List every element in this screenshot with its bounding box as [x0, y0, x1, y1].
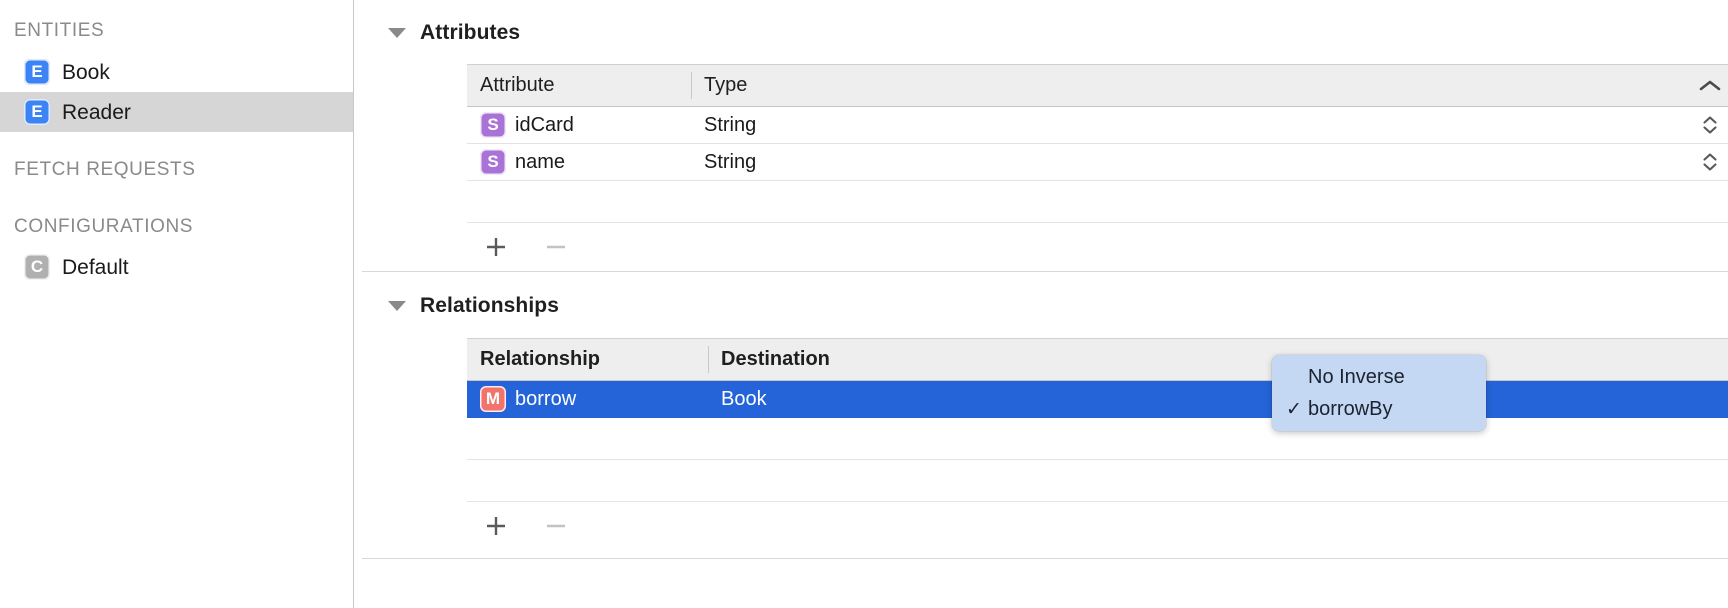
- column-header-destination[interactable]: Destination: [708, 339, 1728, 380]
- checkmark-icon: ✓: [1286, 398, 1302, 420]
- attribute-badge-icon: S: [480, 112, 506, 138]
- attribute-name: name: [515, 151, 566, 173]
- table-empty-area: [467, 181, 1728, 222]
- relationships-section-title: Relationships: [420, 294, 559, 317]
- attributes-table-header: Attribute Type: [467, 65, 1728, 107]
- attribute-badge-icon: S: [480, 149, 506, 175]
- attributes-section-title: Attributes: [420, 21, 521, 44]
- attributes-section-header[interactable]: Attributes: [388, 18, 1728, 48]
- sidebar-item-label: Default: [62, 255, 129, 279]
- attribute-type-cell[interactable]: String: [691, 107, 1728, 143]
- section-divider: [362, 558, 1728, 559]
- model-outline-sidebar: ENTITIES E Book E Reader FETCH REQUESTS …: [0, 0, 354, 608]
- menu-item-label: borrowBy: [1308, 398, 1393, 420]
- triangle-down-icon[interactable]: [388, 301, 406, 311]
- relationship-name-cell[interactable]: M borrow: [467, 381, 708, 417]
- configuration-badge-icon: C: [24, 254, 50, 280]
- sidebar-item-label: Book: [62, 60, 110, 84]
- relationship-badge-icon: M: [480, 386, 506, 412]
- entity-detail-pane: Attributes Attribute Type S idCard Strin: [354, 0, 1728, 608]
- relationships-table-header: Relationship Destination: [467, 339, 1728, 381]
- table-row[interactable]: S idCard String: [467, 107, 1728, 144]
- add-attribute-button[interactable]: [481, 232, 511, 262]
- menu-item-borrowby[interactable]: ✓ borrowBy: [1272, 393, 1486, 425]
- chevron-up-down-icon[interactable]: [1692, 107, 1728, 143]
- add-relationship-button[interactable]: [481, 511, 511, 541]
- remove-relationship-button[interactable]: [541, 511, 571, 541]
- menu-item-label: No Inverse: [1308, 366, 1405, 388]
- sidebar-section-header-configurations: CONFIGURATIONS: [14, 216, 194, 237]
- relationships-section-header[interactable]: Relationships: [388, 291, 1728, 321]
- relationship-name: borrow: [515, 388, 577, 410]
- sidebar-section-header-entities: ENTITIES: [14, 20, 105, 41]
- column-header-type[interactable]: Type: [691, 65, 1728, 106]
- triangle-down-icon[interactable]: [388, 28, 406, 38]
- sidebar-item-label: Reader: [62, 100, 131, 124]
- attribute-name: idCard: [515, 114, 574, 136]
- column-header-attribute[interactable]: Attribute: [467, 65, 691, 106]
- section-divider: [362, 271, 1728, 272]
- attribute-name-cell[interactable]: S idCard: [467, 107, 691, 143]
- attributes-table-footer: [467, 222, 1728, 271]
- entity-badge-icon: E: [24, 99, 50, 125]
- inverse-relationship-popup-menu[interactable]: No Inverse ✓ borrowBy: [1272, 355, 1486, 431]
- menu-item-no-inverse[interactable]: No Inverse: [1272, 361, 1486, 393]
- table-empty-area: [467, 460, 1728, 501]
- table-row[interactable]: M borrow Book: [467, 381, 1728, 418]
- sidebar-item-book[interactable]: E Book: [0, 52, 353, 92]
- attribute-type-cell[interactable]: String: [691, 144, 1728, 180]
- sidebar-item-default[interactable]: C Default: [0, 247, 353, 287]
- table-row[interactable]: S name String: [467, 144, 1728, 181]
- relationships-table: Relationship Destination M borrow Book: [467, 338, 1728, 501]
- attribute-type: String: [704, 114, 757, 136]
- column-header-relationship[interactable]: Relationship: [467, 339, 708, 380]
- entity-badge-icon: E: [24, 59, 50, 85]
- table-empty-area: [467, 418, 1728, 460]
- attribute-type: String: [704, 151, 757, 173]
- chevron-up-icon[interactable]: [1692, 79, 1728, 93]
- core-data-model-editor: ENTITIES E Book E Reader FETCH REQUESTS …: [0, 0, 1728, 608]
- attributes-table: Attribute Type S idCard String S name St…: [467, 64, 1728, 222]
- sidebar-item-reader[interactable]: E Reader: [0, 92, 353, 132]
- attribute-name-cell[interactable]: S name: [467, 144, 691, 180]
- relationship-destination: Book: [721, 388, 767, 410]
- relationship-destination-cell[interactable]: Book: [708, 381, 1728, 417]
- remove-attribute-button[interactable]: [541, 232, 571, 262]
- relationships-table-footer: [467, 501, 1728, 550]
- sidebar-section-header-fetch-requests: FETCH REQUESTS: [14, 159, 196, 180]
- chevron-up-down-icon[interactable]: [1692, 144, 1728, 180]
